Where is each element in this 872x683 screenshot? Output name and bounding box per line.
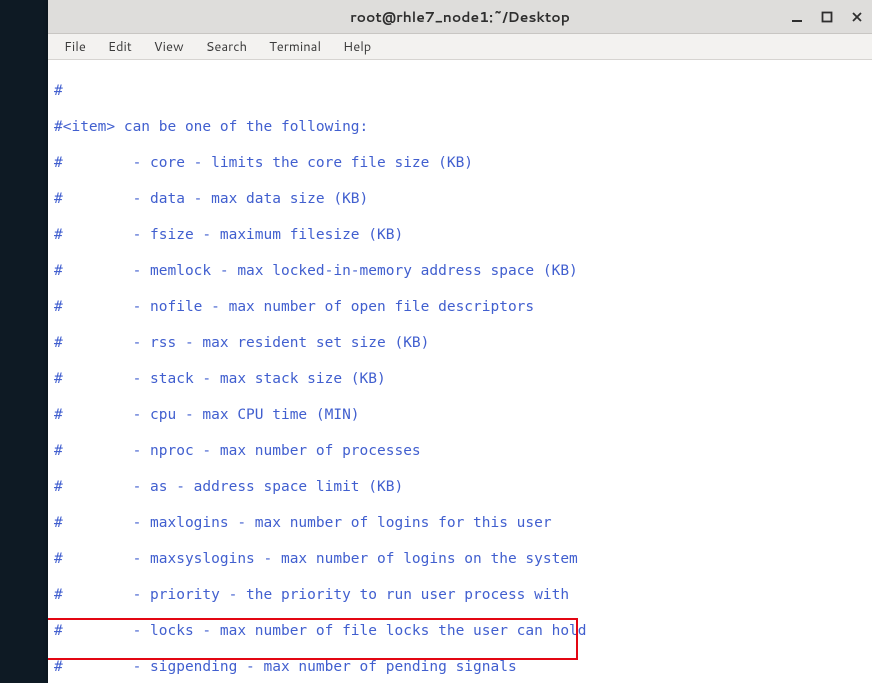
menubar: File Edit View Search Terminal Help: [48, 34, 872, 60]
file-line: # - locks - max number of file locks the…: [54, 622, 866, 640]
desktop-background: root@rhle7_node1:~/Desktop File Edit Vie…: [0, 0, 872, 683]
file-line: #: [54, 82, 866, 100]
file-line: # - nproc - max number of processes: [54, 442, 866, 460]
file-line: # - nofile - max number of open file des…: [54, 298, 866, 316]
menu-help[interactable]: Help: [333, 36, 381, 58]
menu-search[interactable]: Search: [196, 36, 257, 58]
close-button[interactable]: [850, 10, 864, 24]
file-line: # - cpu - max CPU time (MIN): [54, 406, 866, 424]
file-line: #<item> can be one of the following:: [54, 118, 866, 136]
menu-view[interactable]: View: [144, 36, 194, 58]
file-line: # - priority - the priority to run user …: [54, 586, 866, 604]
file-line: # - maxsyslogins - max number of logins …: [54, 550, 866, 568]
titlebar[interactable]: root@rhle7_node1:~/Desktop: [48, 0, 872, 34]
menu-edit[interactable]: Edit: [98, 36, 142, 58]
file-line: # - memlock - max locked-in-memory addre…: [54, 262, 866, 280]
file-line: # - sigpending - max number of pending s…: [54, 658, 866, 676]
window-title: root@rhle7_node1:~/Desktop: [350, 7, 570, 27]
file-line: # - data - max data size (KB): [54, 190, 866, 208]
file-line: # - stack - max stack size (KB): [54, 370, 866, 388]
terminal-window: root@rhle7_node1:~/Desktop File Edit Vie…: [48, 0, 872, 683]
minimize-button[interactable]: [790, 10, 804, 24]
window-controls: [790, 0, 864, 33]
file-line: # - fsize - maximum filesize (KB): [54, 226, 866, 244]
terminal-viewport[interactable]: # #<item> can be one of the following: #…: [48, 60, 872, 683]
file-line: # - core - limits the core file size (KB…: [54, 154, 866, 172]
file-line: # - maxlogins - max number of logins for…: [54, 514, 866, 532]
menu-terminal[interactable]: Terminal: [259, 36, 331, 58]
menu-file[interactable]: File: [54, 36, 96, 58]
file-line: # - as - address space limit (KB): [54, 478, 866, 496]
file-line: # - rss - max resident set size (KB): [54, 334, 866, 352]
maximize-button[interactable]: [820, 10, 834, 24]
